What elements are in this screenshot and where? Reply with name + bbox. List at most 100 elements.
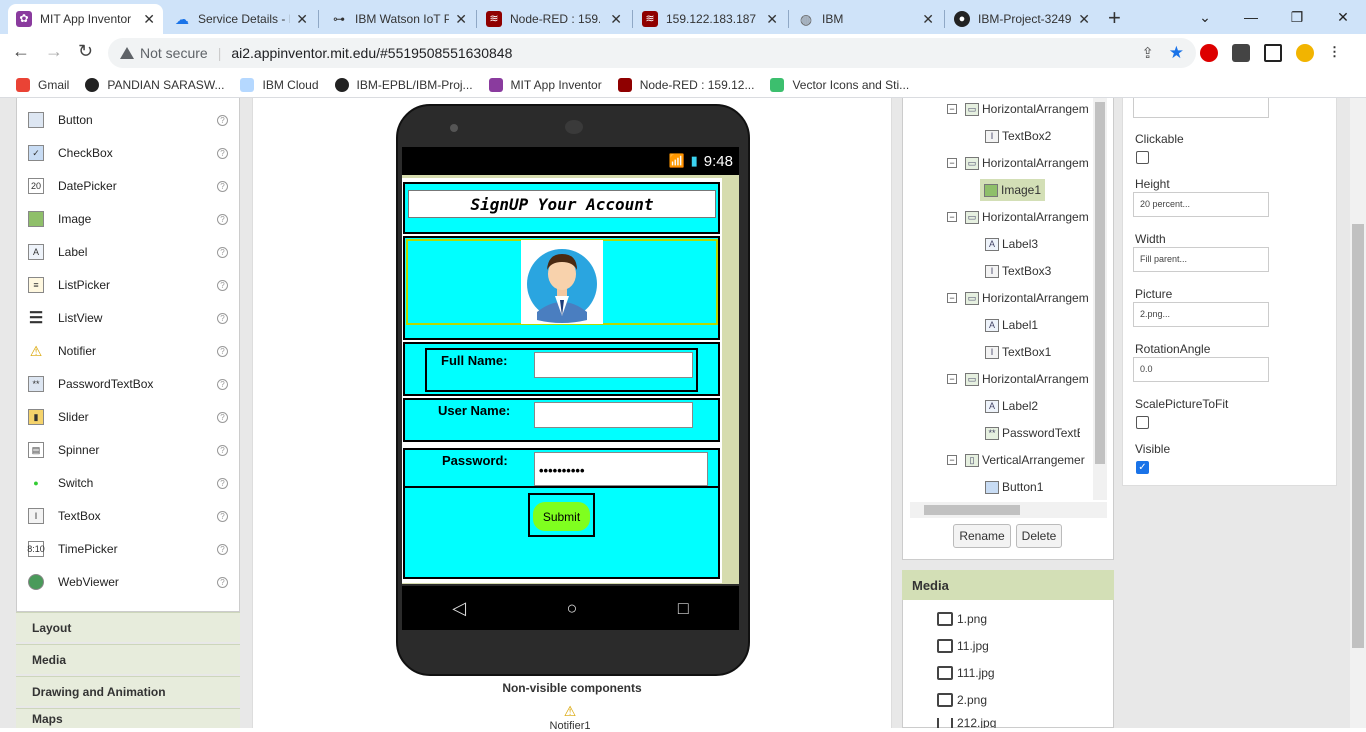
bookmark-ibm-cloud[interactable]: IBM Cloud xyxy=(240,77,319,92)
palette-item-notifier[interactable]: ⚠ Notifier? xyxy=(28,339,228,363)
media-file[interactable]: 212.jpg xyxy=(937,718,996,728)
avatar[interactable] xyxy=(521,240,603,324)
full-name-field[interactable] xyxy=(534,352,693,378)
palette-item-button[interactable]: Button? xyxy=(28,108,228,132)
close-tab-icon[interactable]: ✕ xyxy=(610,11,622,28)
palette-item-spinner[interactable]: ▤ Spinner? xyxy=(28,438,228,462)
help-icon[interactable]: ? xyxy=(217,411,228,423)
tree-node-textbox[interactable]: I TextBox2 xyxy=(985,129,1051,143)
tab-mit-app-inventor[interactable]: ✿ MIT App Inventor ✕ xyxy=(8,4,163,34)
tree-node-label[interactable]: A Label3 xyxy=(985,237,1038,251)
bookmark-mit-app-inventor[interactable]: MIT App Inventor xyxy=(488,77,602,92)
tree-node-arrangement[interactable]: − ▭ HorizontalArrangem xyxy=(947,102,1089,116)
not-secure-label[interactable]: Not secure xyxy=(140,45,208,61)
close-tab-icon[interactable]: ✕ xyxy=(1078,11,1090,28)
palette-category-layout[interactable]: Layout xyxy=(16,612,240,642)
tree-node-label[interactable]: A Label1 xyxy=(985,318,1038,332)
tree-horizontal-scroll-thumb[interactable] xyxy=(924,505,1020,515)
help-icon[interactable]: ? xyxy=(217,213,228,225)
help-icon[interactable]: ? xyxy=(217,246,228,258)
palette-item-listview[interactable]: ☰ ListView? xyxy=(28,306,228,330)
forward-icon[interactable]: → xyxy=(45,41,63,62)
help-icon[interactable]: ? xyxy=(217,180,228,192)
tree-node-textbox[interactable]: I TextBox1 xyxy=(985,345,1051,359)
palette-category-drawing[interactable]: Drawing and Animation xyxy=(16,676,240,706)
collapse-icon[interactable]: − xyxy=(947,374,957,384)
help-icon[interactable]: ? xyxy=(217,543,228,555)
submit-button[interactable]: Submit xyxy=(533,502,590,531)
help-icon[interactable]: ? xyxy=(217,279,228,291)
tree-node-textbox[interactable]: I TextBox3 xyxy=(985,264,1051,278)
adblock-icon[interactable] xyxy=(1200,44,1218,62)
password-field[interactable]: •••••••••• xyxy=(534,452,708,486)
tab-node-red-ip[interactable]: ≋ 159.122.183.187 ✕ xyxy=(634,4,786,34)
media-file[interactable]: 2.png xyxy=(937,693,987,707)
help-icon[interactable]: ? xyxy=(217,345,228,357)
tab-node-red[interactable]: ≋ Node-RED : 159. ✕ xyxy=(478,4,630,34)
tab-ibm[interactable]: ◍ IBM ✕ xyxy=(790,4,942,34)
help-icon[interactable]: ? xyxy=(217,312,228,324)
page-scrollbar[interactable] xyxy=(1350,98,1366,728)
new-tab-button[interactable]: + xyxy=(1108,5,1121,31)
visible-checkbox[interactable]: ✓ xyxy=(1136,461,1149,474)
close-tab-icon[interactable]: ✕ xyxy=(296,11,308,28)
bookmark-gmail[interactable]: Gmail xyxy=(16,77,69,92)
collapse-icon[interactable]: − xyxy=(947,293,957,303)
page-scroll-thumb[interactable] xyxy=(1352,224,1364,648)
profile-avatar[interactable] xyxy=(1296,44,1314,62)
palette-item-checkbox[interactable]: ✓ CheckBox? xyxy=(28,141,228,165)
delete-button[interactable]: Delete xyxy=(1016,524,1062,548)
help-icon[interactable]: ? xyxy=(217,147,228,159)
tree-node-arrangement[interactable]: − ▭ HorizontalArrangem xyxy=(947,156,1089,170)
home-circle-icon[interactable]: ○ xyxy=(567,598,578,619)
close-tab-icon[interactable]: ✕ xyxy=(922,11,934,28)
palette-item-label[interactable]: A Label? xyxy=(28,240,228,264)
tree-node-arrangement[interactable]: − ▭ HorizontalArrangem xyxy=(947,210,1089,224)
palette-category-maps[interactable]: Maps xyxy=(16,708,240,728)
bookmark-pandian[interactable]: PANDIAN SARASW... xyxy=(85,77,224,92)
close-window-button[interactable]: ✕ xyxy=(1320,4,1366,30)
tab-ibm-project[interactable]: ● IBM-Project-3249 ✕ xyxy=(946,4,1098,34)
close-tab-icon[interactable]: ✕ xyxy=(766,11,778,28)
restore-button[interactable]: ❐ xyxy=(1274,4,1320,30)
property-text-top[interactable] xyxy=(1133,98,1269,118)
palette-item-image[interactable]: Image? xyxy=(28,207,228,231)
bookmark-node-red[interactable]: Node-RED : 159.12... xyxy=(617,77,754,92)
help-icon[interactable]: ? xyxy=(217,378,228,390)
palette-item-listpicker[interactable]: ≡ ListPicker? xyxy=(28,273,228,297)
help-icon[interactable]: ? xyxy=(217,576,228,588)
close-tab-icon[interactable]: ✕ xyxy=(143,11,155,28)
media-file[interactable]: 1.png xyxy=(937,612,987,626)
scale-picture-checkbox[interactable] xyxy=(1136,416,1149,429)
url-text[interactable]: ai2.appinventor.mit.edu/#551950855163084… xyxy=(231,45,512,61)
user-name-field[interactable] xyxy=(534,402,693,428)
tree-node-arrangement[interactable]: − ▭ HorizontalArrangem xyxy=(947,372,1089,386)
collapse-icon[interactable]: − xyxy=(947,158,957,168)
palette-item-passwordtextbox[interactable]: ** PasswordTextBox? xyxy=(28,372,228,396)
bookmark-vector-icons[interactable]: Vector Icons and Sti... xyxy=(770,77,909,92)
tree-vertical-scroll-thumb[interactable] xyxy=(1095,102,1105,464)
collapse-icon[interactable]: − xyxy=(947,455,957,465)
bookmark-star-icon[interactable]: ★ xyxy=(1169,43,1184,63)
tab-search-icon[interactable]: ⌄ xyxy=(1182,4,1228,30)
palette-category-media[interactable]: Media xyxy=(16,644,240,674)
clickable-checkbox[interactable] xyxy=(1136,151,1149,164)
tree-node-label[interactable]: A Label2 xyxy=(985,399,1038,413)
tree-horizontal-scrollbar[interactable] xyxy=(910,502,1107,518)
help-icon[interactable]: ? xyxy=(217,114,228,126)
recents-square-icon[interactable]: □ xyxy=(678,598,689,619)
help-icon[interactable]: ? xyxy=(217,510,228,522)
media-file[interactable]: 111.jpg xyxy=(937,666,995,680)
tree-node-button[interactable]: Button1 xyxy=(985,480,1043,494)
reload-icon[interactable]: ↻ xyxy=(78,41,93,62)
help-icon[interactable]: ? xyxy=(217,444,228,456)
close-tab-icon[interactable]: ✕ xyxy=(455,11,467,28)
palette-item-timepicker[interactable]: 8:10 TimePicker? xyxy=(27,537,228,561)
minimize-button[interactable]: — xyxy=(1228,4,1274,30)
collapse-icon[interactable]: − xyxy=(947,212,957,222)
tree-node-vertical-arrangement[interactable]: − ▯ VerticalArrangemer xyxy=(947,453,1085,467)
media-file[interactable]: 11.jpg xyxy=(937,639,989,653)
extensions-icon[interactable] xyxy=(1232,44,1250,62)
tab-service-details[interactable]: ☁ Service Details - I ✕ xyxy=(166,4,316,34)
browser-menu-icon[interactable]: ⋮ xyxy=(1328,44,1341,62)
